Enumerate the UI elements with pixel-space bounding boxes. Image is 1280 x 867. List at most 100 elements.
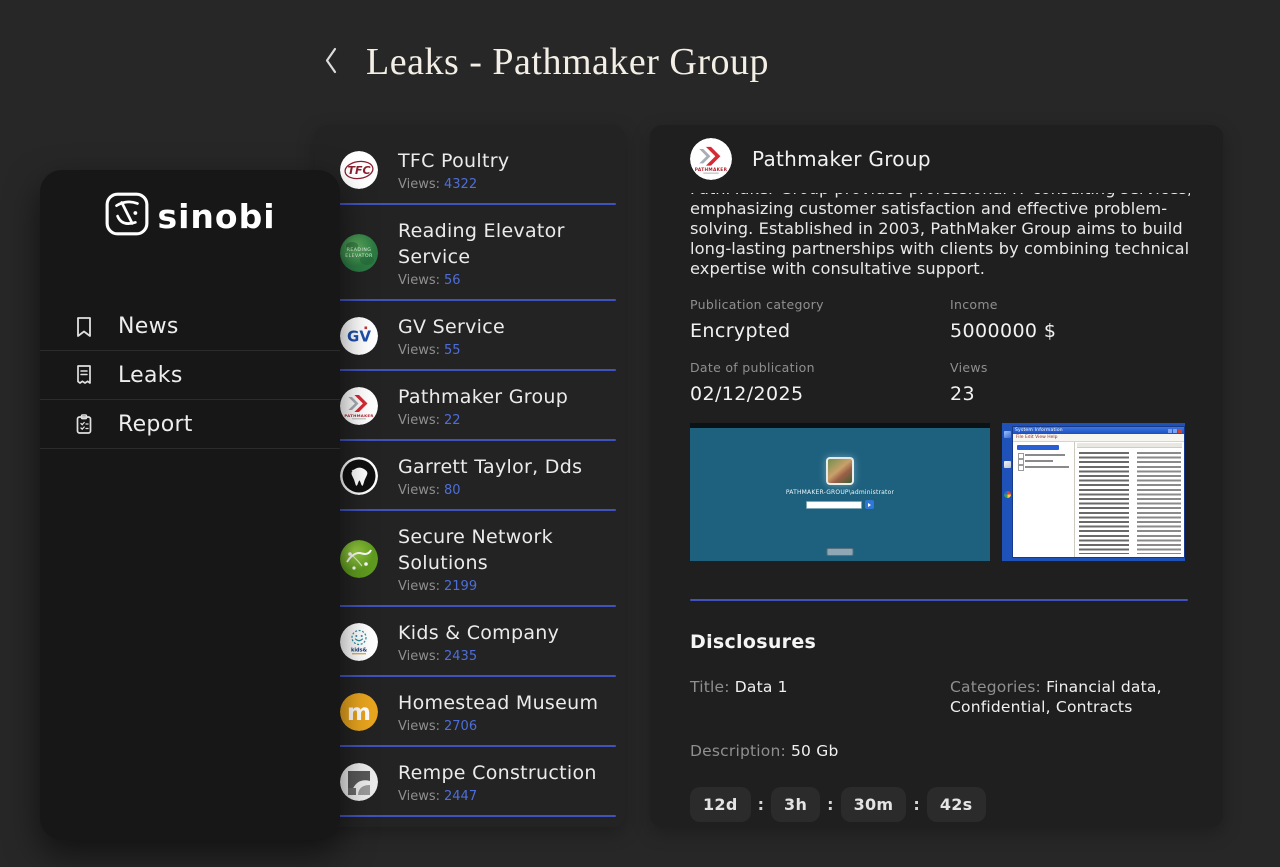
list-item-kids-company[interactable]: kids& Kids & Company Views:2435 [315, 607, 625, 677]
rempe-construction-logo [340, 763, 378, 801]
sidebar-item-report[interactable]: Report [40, 400, 340, 449]
sidebar-item-leaks[interactable]: Leaks [40, 351, 340, 400]
list-item-pathmaker-group[interactable]: PATHMAKER Pathmaker Group Views:22 [315, 371, 625, 441]
pathmaker-group-logo: PATHMAKER [340, 387, 378, 425]
disclosure-row: Title: Data 1 Categories: Financial data… [690, 677, 1188, 717]
leak-list-panel: TFC TFC Poultry Views:4322 READING ELEVA… [315, 125, 625, 827]
company-name: Homestead Museum [398, 690, 615, 716]
pathmaker-logo-text: PATHMAKER [695, 167, 728, 173]
reading-logo-text-1: READING [347, 247, 372, 253]
list-item-tfc-poultry[interactable]: TFC TFC Poultry Views:4322 [315, 135, 625, 205]
gv-service-logo: GV [340, 317, 378, 355]
window-controls [1168, 429, 1182, 433]
company-name: Garrett Taylor, Dds [398, 454, 615, 480]
desktop-icon [1004, 461, 1011, 468]
views-count: 80 [444, 483, 461, 498]
disclosure-title: Title: Data 1 [690, 677, 950, 717]
screenshot-system-info[interactable]: System Information File Edit View Help [1002, 423, 1185, 561]
receipt-icon [72, 364, 96, 386]
field-date-of-publication: Date of publication 02/12/2025 [690, 360, 950, 405]
views-count: 22 [444, 413, 461, 428]
views-count: 2706 [444, 719, 477, 734]
countdown-timer: 12d : 3h : 30m : 42s [690, 787, 1188, 822]
bookmark-icon [72, 316, 96, 338]
company-name: Pathmaker Group [752, 147, 931, 171]
login-password-field [806, 501, 862, 509]
back-button[interactable] [322, 45, 340, 79]
timer-separator: : [913, 795, 919, 814]
field-value: Encrypted [690, 320, 950, 342]
login-go-icon [865, 500, 874, 509]
disclosures-heading: Disclosures [690, 631, 1188, 653]
company-name: Pathmaker Group [398, 384, 615, 410]
field-label: Date of publication [690, 360, 950, 375]
views-count: 56 [444, 273, 461, 288]
clipboard-icon [72, 413, 96, 435]
list-item-reading-elevator[interactable]: READING ELEVATOR Reading Elevator Servic… [315, 205, 625, 301]
description-text: emphasizing customer satisfaction and ef… [690, 199, 1190, 279]
sidebar-nav: News Leaks Report [40, 302, 340, 449]
leak-list: TFC TFC Poultry Views:4322 READING ELEVA… [315, 135, 625, 817]
tfc-logo-text: TFC [347, 164, 370, 177]
views-count: 2435 [444, 649, 477, 664]
window-tree-pane [1013, 442, 1075, 557]
views-row: Views:22 [398, 413, 615, 428]
window-detail-pane [1075, 442, 1184, 557]
reading-elevator-logo: READING ELEVATOR [340, 234, 378, 272]
screenshot-login[interactable]: PATHMAKER-GROUP\administrator [690, 423, 990, 561]
pathmaker-logo-text: PATHMAKER [344, 413, 373, 418]
views-row: Views:2435 [398, 649, 615, 664]
views-row: Views:2706 [398, 719, 615, 734]
views-row: Views:80 [398, 483, 615, 498]
sidebar-item-news[interactable]: News [40, 302, 340, 351]
field-label: Views [950, 360, 1188, 375]
sidebar-item-label: Leaks [118, 363, 183, 388]
field-income: Income 5000000 $ [950, 297, 1188, 342]
company-name: Kids & Company [398, 620, 615, 646]
company-name: Secure Network Solutions [398, 524, 615, 576]
page-title: Leaks - Pathmaker Group [366, 40, 769, 84]
timer-separator: : [758, 795, 764, 814]
system-info-window: System Information File Edit View Help [1012, 426, 1185, 558]
window-title: System Information [1015, 427, 1063, 434]
disclosure-categories: Categories: Financial data, Confidential… [950, 677, 1188, 717]
list-item-gv-service[interactable]: GV GV Service Views:55 [315, 301, 625, 371]
tfc-poultry-logo: TFC [340, 151, 378, 189]
list-item-garrett-taylor[interactable]: Garrett Taylor, Dds Views:80 [315, 441, 625, 511]
field-value: 23 [950, 383, 1188, 405]
desktop-icon [1004, 491, 1011, 498]
sinobi-kanji-icon [104, 191, 150, 241]
kids-logo-text: kids& [351, 648, 368, 654]
field-publication-category: Publication category Encrypted [690, 297, 950, 342]
timer-separator: : [827, 795, 833, 814]
homestead-museum-logo: m [340, 693, 378, 731]
company-name: TFC Poultry [398, 148, 615, 174]
field-value: 5000000 $ [950, 320, 1188, 342]
publication-fields: Publication category Encrypted Income 50… [690, 297, 1188, 405]
timer-days: 12d [690, 787, 751, 822]
window-menu-bar: File Edit View Help [1013, 434, 1184, 442]
list-item-secure-network[interactable]: Secure Network Solutions Views:2199 [315, 511, 625, 607]
views-row: Views:2199 [398, 579, 615, 594]
screenshots-row: PATHMAKER-GROUP\administrator System Inf… [690, 423, 1188, 561]
views-row: Views:55 [398, 343, 615, 358]
list-item-rempe-construction[interactable]: Rempe Construction Views:2447 [315, 747, 625, 817]
sidebar-item-label: News [118, 314, 179, 339]
sidebar-item-label: Report [118, 412, 193, 437]
page-header: Leaks - Pathmaker Group [322, 40, 769, 84]
views-row: Views:2447 [398, 789, 615, 804]
reading-logo-text-2: ELEVATOR [345, 253, 373, 259]
views-count: 4322 [444, 177, 477, 192]
timer-minutes: 30m [841, 787, 907, 822]
brand-name: sinobi [157, 197, 275, 236]
list-item-homestead-museum[interactable]: m Homestead Museum Views:2706 [315, 677, 625, 747]
login-options-button [827, 548, 854, 556]
views-row: Views:4322 [398, 177, 615, 192]
gv-logo-text: GV [347, 328, 371, 346]
timer-hours: 3h [771, 787, 820, 822]
views-row: Views:56 [398, 273, 615, 288]
leak-detail-panel: PATHMAKER Pathmaker Group PathMaker Grou… [650, 125, 1223, 827]
garrett-taylor-logo [340, 457, 378, 495]
field-label: Publication category [690, 297, 950, 312]
field-value: 02/12/2025 [690, 383, 950, 405]
